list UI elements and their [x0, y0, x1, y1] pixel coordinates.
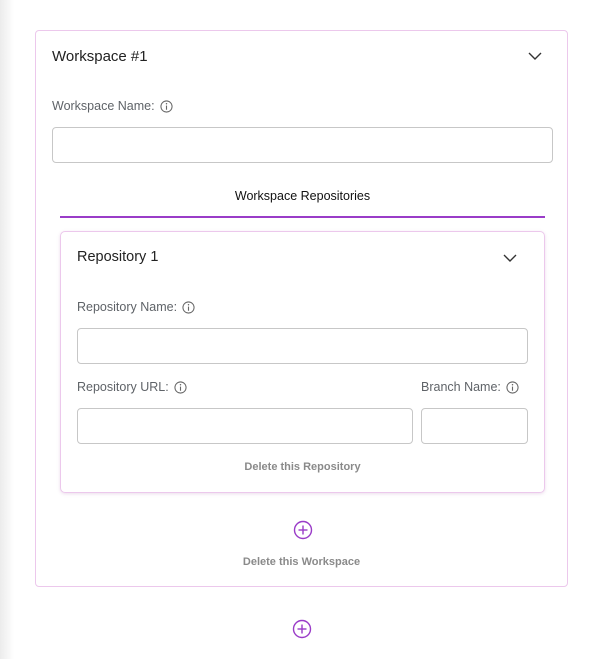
plus-circle-icon[interactable]	[293, 520, 313, 540]
repository-url-label-text: Repository URL:	[77, 380, 169, 394]
repository-title: Repository 1	[77, 249, 159, 265]
delete-workspace-button[interactable]: Delete this Workspace	[36, 556, 567, 568]
workspace-name-label-text: Workspace Name:	[52, 99, 155, 113]
info-icon[interactable]	[174, 380, 187, 394]
info-icon[interactable]	[182, 300, 195, 314]
repository-name-label-text: Repository Name:	[77, 300, 178, 314]
workspace-name-label: Workspace Name:	[52, 99, 173, 113]
branch-name-label: Branch Name:	[421, 380, 519, 394]
branch-name-input[interactable]	[421, 408, 528, 444]
info-icon[interactable]	[506, 380, 519, 394]
repository-name-input[interactable]	[77, 328, 528, 364]
workspace-title: Workspace #1	[52, 48, 148, 65]
plus-circle-icon[interactable]	[292, 619, 312, 639]
left-gutter	[0, 0, 14, 659]
tab-workspace-repositories[interactable]: Workspace Repositories	[60, 177, 545, 218]
chevron-down-icon[interactable]	[502, 250, 518, 266]
branch-name-label-text: Branch Name:	[421, 380, 501, 394]
workspace-name-input[interactable]	[52, 127, 553, 163]
repository-url-input[interactable]	[77, 408, 413, 444]
repository-name-label: Repository Name:	[77, 300, 195, 314]
chevron-down-icon[interactable]	[527, 48, 543, 64]
info-icon[interactable]	[160, 99, 173, 113]
delete-repository-button[interactable]: Delete this Repository	[61, 461, 544, 473]
workspace-card: Workspace #1 Workspace Name: Workspace R…	[35, 30, 568, 587]
repository-url-label: Repository URL:	[77, 380, 187, 394]
repository-card: Repository 1 Repository Name: Repository…	[60, 231, 545, 493]
